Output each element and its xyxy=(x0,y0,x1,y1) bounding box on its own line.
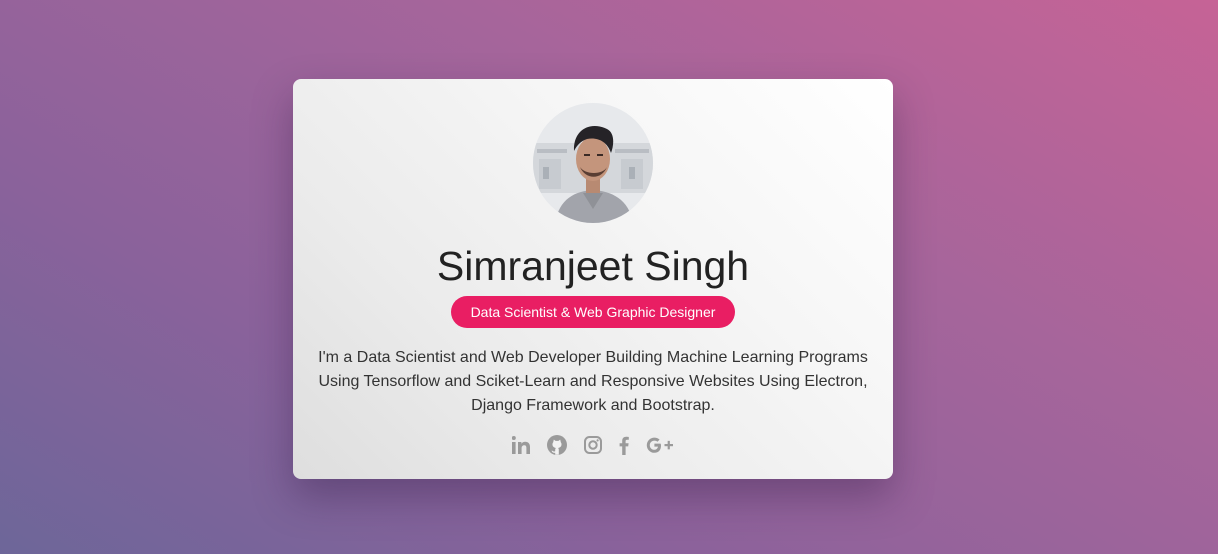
instagram-link[interactable] xyxy=(584,433,602,457)
avatar xyxy=(533,103,653,223)
google-plus-icon xyxy=(646,437,673,453)
linkedin-icon xyxy=(512,436,530,454)
github-link[interactable] xyxy=(547,433,567,457)
github-icon xyxy=(547,435,567,455)
profile-bio: I'm a Data Scientist and Web Developer B… xyxy=(318,349,868,414)
profile-name: Simranjeet Singh xyxy=(436,243,750,289)
facebook-icon xyxy=(619,436,629,455)
social-links xyxy=(293,433,893,457)
google-plus-link[interactable] xyxy=(646,433,674,457)
linkedin-link[interactable] xyxy=(512,433,530,457)
profile-card: Simranjeet Singh Data Scientist & Web Gr… xyxy=(293,79,893,479)
facebook-link[interactable] xyxy=(619,433,629,457)
role-badge: Data Scientist & Web Graphic Designer xyxy=(451,296,735,328)
instagram-icon xyxy=(584,436,602,454)
